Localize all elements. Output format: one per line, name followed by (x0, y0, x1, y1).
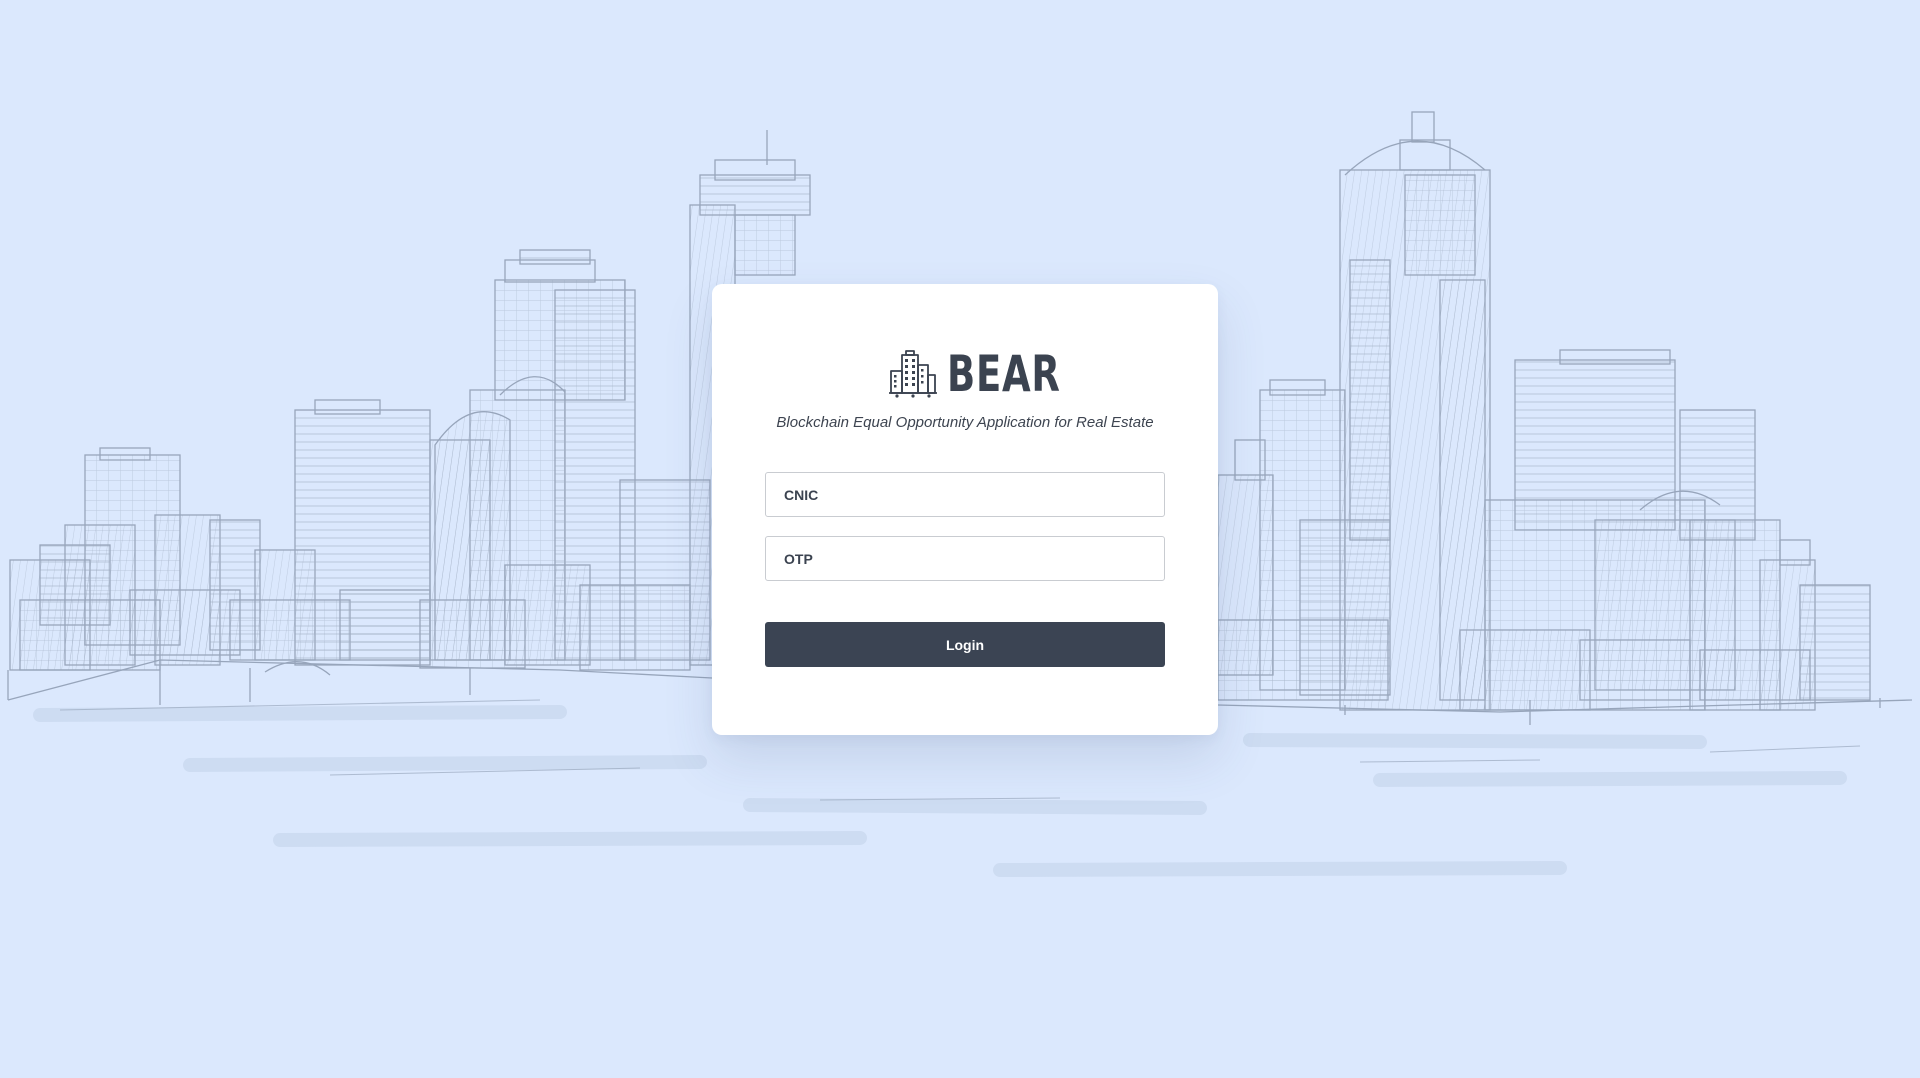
cnic-input[interactable] (765, 472, 1165, 517)
brand-name: BEAR (947, 345, 1061, 403)
login-button[interactable]: Login (765, 622, 1165, 667)
login-card: BEAR Blockchain Equal Opportunity Applic… (712, 284, 1218, 735)
brand-tagline: Blockchain Equal Opportunity Application… (776, 414, 1154, 431)
otp-input[interactable] (765, 536, 1165, 581)
city-buildings-icon (889, 350, 937, 398)
brand-logo: BEAR (712, 346, 1218, 402)
